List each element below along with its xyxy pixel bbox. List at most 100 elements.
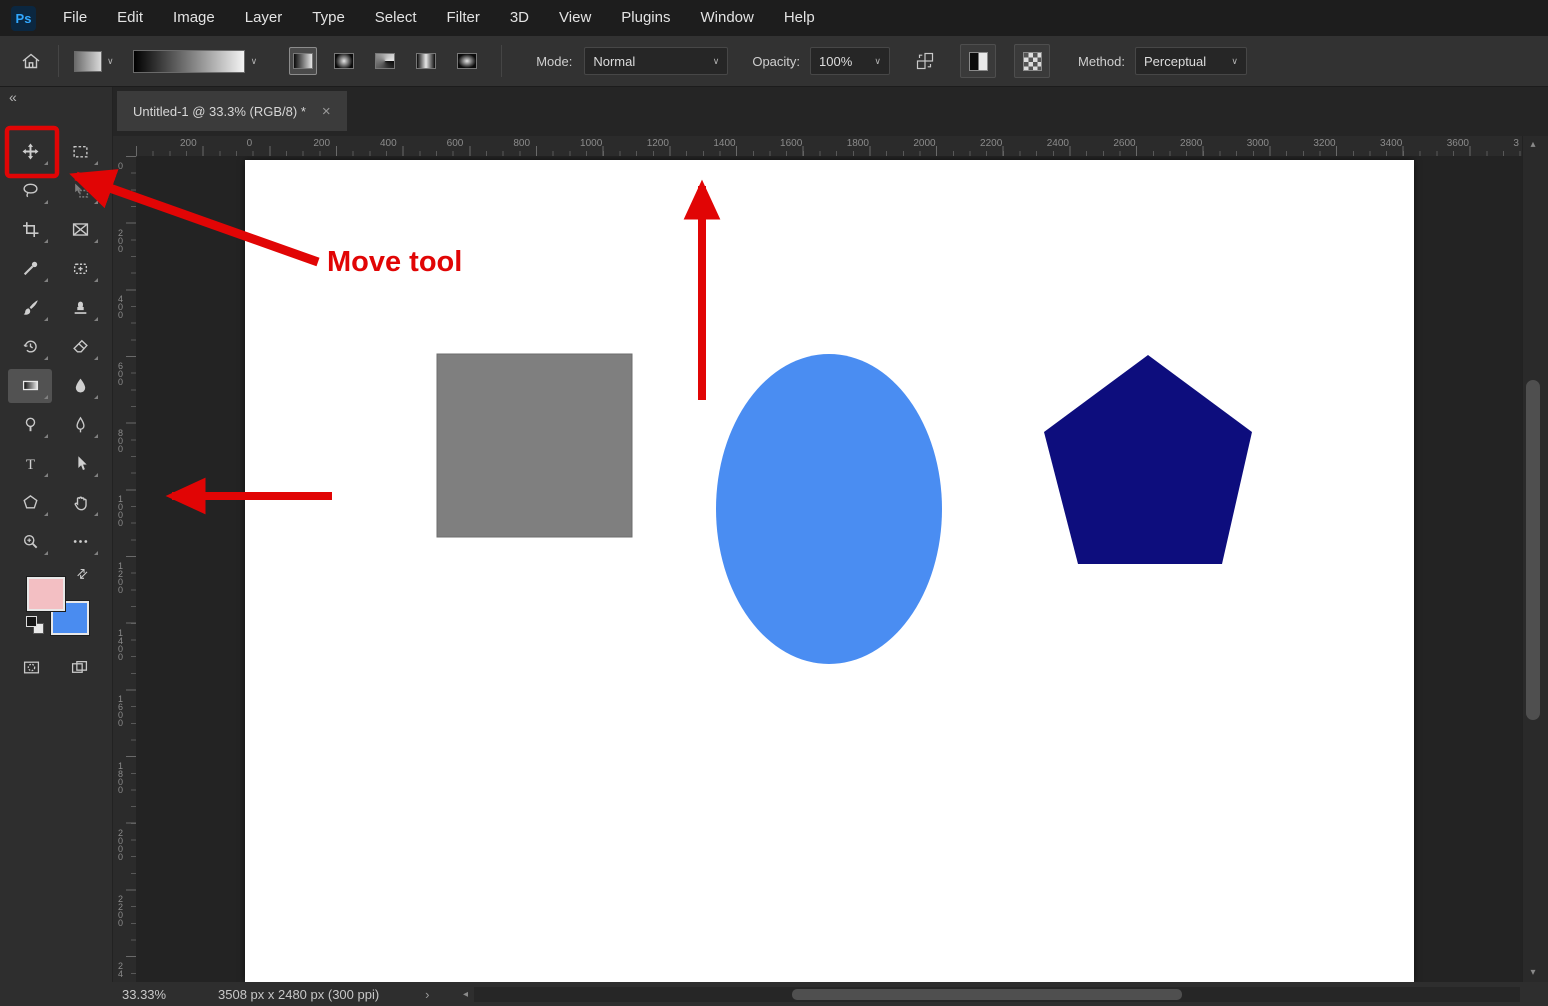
photoshop-logo[interactable]: Ps bbox=[11, 6, 36, 31]
color-swatches: ⇄ bbox=[0, 568, 112, 646]
mode-select[interactable]: Normal ∨ bbox=[584, 47, 728, 75]
horizontal-scrollbar[interactable]: ◂ bbox=[463, 985, 1520, 1004]
default-colors-icon[interactable] bbox=[26, 616, 44, 634]
menu-help[interactable]: Help bbox=[769, 0, 830, 36]
clone-stamp-tool[interactable] bbox=[58, 291, 102, 325]
object-selection-tool[interactable] bbox=[58, 174, 102, 208]
menu-3d[interactable]: 3D bbox=[495, 0, 544, 36]
menu-image[interactable]: Image bbox=[158, 0, 230, 36]
dither-icon bbox=[969, 52, 988, 71]
edit-toolbar-button[interactable] bbox=[58, 525, 102, 559]
menu-filter[interactable]: Filter bbox=[432, 0, 495, 36]
window-corner bbox=[1522, 982, 1548, 1006]
canvas-pasteboard[interactable] bbox=[136, 156, 1522, 982]
method-select[interactable]: Perceptual ∨ bbox=[1135, 47, 1247, 75]
gradient-picker[interactable]: ∨ bbox=[133, 50, 258, 73]
quick-mask-button[interactable] bbox=[16, 654, 46, 680]
hruler-label: 400 bbox=[380, 138, 397, 149]
vertical-scrollbar[interactable]: ▴ ▾ bbox=[1522, 136, 1543, 982]
document-canvas[interactable] bbox=[245, 160, 1414, 982]
tool-preset-picker[interactable]: ∨ bbox=[69, 47, 119, 76]
move-tool[interactable] bbox=[8, 135, 52, 169]
opacity-value: 100% bbox=[819, 54, 852, 69]
collapse-panel-button[interactable]: « bbox=[9, 89, 17, 105]
lasso-tool[interactable] bbox=[8, 174, 52, 208]
crop-tool[interactable] bbox=[8, 213, 52, 247]
vruler-label: 1 0 0 0 bbox=[115, 495, 126, 527]
eyedropper-tool[interactable] bbox=[8, 252, 52, 286]
blue-ellipse-shape bbox=[716, 354, 942, 664]
menu-view[interactable]: View bbox=[544, 0, 606, 36]
gradient-diamond-button[interactable] bbox=[453, 47, 481, 75]
method-label: Method: bbox=[1078, 54, 1125, 69]
hruler-label: 1400 bbox=[713, 138, 735, 149]
scroll-left-icon[interactable]: ◂ bbox=[463, 989, 468, 1000]
horizontal-scroll-thumb[interactable] bbox=[792, 989, 1182, 1000]
vruler-label: 8 0 0 bbox=[115, 429, 126, 453]
menu-select[interactable]: Select bbox=[360, 0, 432, 36]
eraser-tool[interactable] bbox=[58, 330, 102, 364]
home-icon bbox=[21, 52, 41, 70]
rectangular-marquee-tool[interactable] bbox=[58, 135, 102, 169]
vruler-label: 2 4 bbox=[115, 962, 126, 978]
zoom-tool[interactable] bbox=[8, 525, 52, 559]
path-selection-tool[interactable] bbox=[58, 447, 102, 481]
horizontal-scroll-track[interactable] bbox=[474, 987, 1520, 1002]
menu-layer[interactable]: Layer bbox=[230, 0, 298, 36]
spot-healing-brush-tool[interactable] bbox=[58, 252, 102, 286]
menu-file[interactable]: File bbox=[48, 0, 102, 36]
history-brush-tool[interactable] bbox=[8, 330, 52, 364]
gradient-radial-button[interactable] bbox=[330, 47, 358, 75]
gradient-linear-button[interactable] bbox=[289, 47, 317, 75]
status-expand-icon[interactable]: › bbox=[425, 987, 429, 1002]
gradient-tool[interactable] bbox=[8, 369, 52, 403]
chevron-down-icon: ∨ bbox=[251, 56, 258, 67]
vruler-label: 0 bbox=[115, 162, 126, 170]
zoom-level-field[interactable]: 33.33% bbox=[122, 987, 184, 1002]
opacity-select[interactable]: 100% ∨ bbox=[810, 47, 890, 75]
tool-grid: T bbox=[5, 132, 105, 561]
foreground-color-swatch[interactable] bbox=[27, 577, 65, 611]
blur-tool[interactable] bbox=[58, 369, 102, 403]
hruler-label: 1200 bbox=[647, 138, 669, 149]
dither-toggle-button[interactable] bbox=[960, 44, 996, 78]
method-value: Perceptual bbox=[1144, 54, 1206, 69]
hruler-label: 1000 bbox=[580, 138, 602, 149]
menu-plugins[interactable]: Plugins bbox=[606, 0, 685, 36]
vertical-scroll-thumb[interactable] bbox=[1526, 380, 1540, 720]
document-info[interactable]: 3508 px x 2480 px (300 ppi) bbox=[218, 987, 379, 1002]
screen-mode-button[interactable] bbox=[64, 654, 94, 680]
brush-tool[interactable] bbox=[8, 291, 52, 325]
transparency-toggle-button[interactable] bbox=[1014, 44, 1050, 78]
scroll-down-icon[interactable]: ▾ bbox=[1523, 966, 1543, 980]
canvas-shapes bbox=[245, 160, 1414, 982]
hand-tool[interactable] bbox=[58, 486, 102, 520]
gradient-reverse-button[interactable] bbox=[908, 45, 942, 77]
gradient-angle-button[interactable] bbox=[371, 47, 399, 75]
close-tab-icon[interactable]: × bbox=[322, 103, 331, 120]
menu-type[interactable]: Type bbox=[297, 0, 360, 36]
vruler-label: 1 4 0 0 bbox=[115, 629, 126, 661]
hruler-label: 2400 bbox=[1047, 138, 1069, 149]
hruler-label: 600 bbox=[447, 138, 464, 149]
shape-tool[interactable] bbox=[8, 486, 52, 520]
pen-tool[interactable] bbox=[58, 408, 102, 442]
swap-colors-icon[interactable]: ⇄ bbox=[73, 564, 92, 583]
default-foreground-icon bbox=[26, 616, 37, 627]
hruler-label: 3600 bbox=[1447, 138, 1469, 149]
menu-window[interactable]: Window bbox=[685, 0, 768, 36]
dodge-tool[interactable] bbox=[8, 408, 52, 442]
scroll-up-icon[interactable]: ▴ bbox=[1523, 138, 1543, 152]
vruler-label: 6 0 0 bbox=[115, 362, 126, 386]
panel-bottom-icons bbox=[0, 650, 112, 690]
menu-bar: Ps FileEditImageLayerTypeSelectFilter3DV… bbox=[0, 0, 1548, 36]
diamond-gradient-icon bbox=[457, 53, 477, 69]
options-separator bbox=[501, 45, 502, 77]
hruler-label: 2800 bbox=[1180, 138, 1202, 149]
home-button[interactable] bbox=[14, 44, 48, 78]
document-tab[interactable]: Untitled-1 @ 33.3% (RGB/8) * × bbox=[117, 91, 347, 131]
frame-tool[interactable] bbox=[58, 213, 102, 247]
gradient-reflected-button[interactable] bbox=[412, 47, 440, 75]
type-tool[interactable]: T bbox=[8, 447, 52, 481]
menu-edit[interactable]: Edit bbox=[102, 0, 158, 36]
